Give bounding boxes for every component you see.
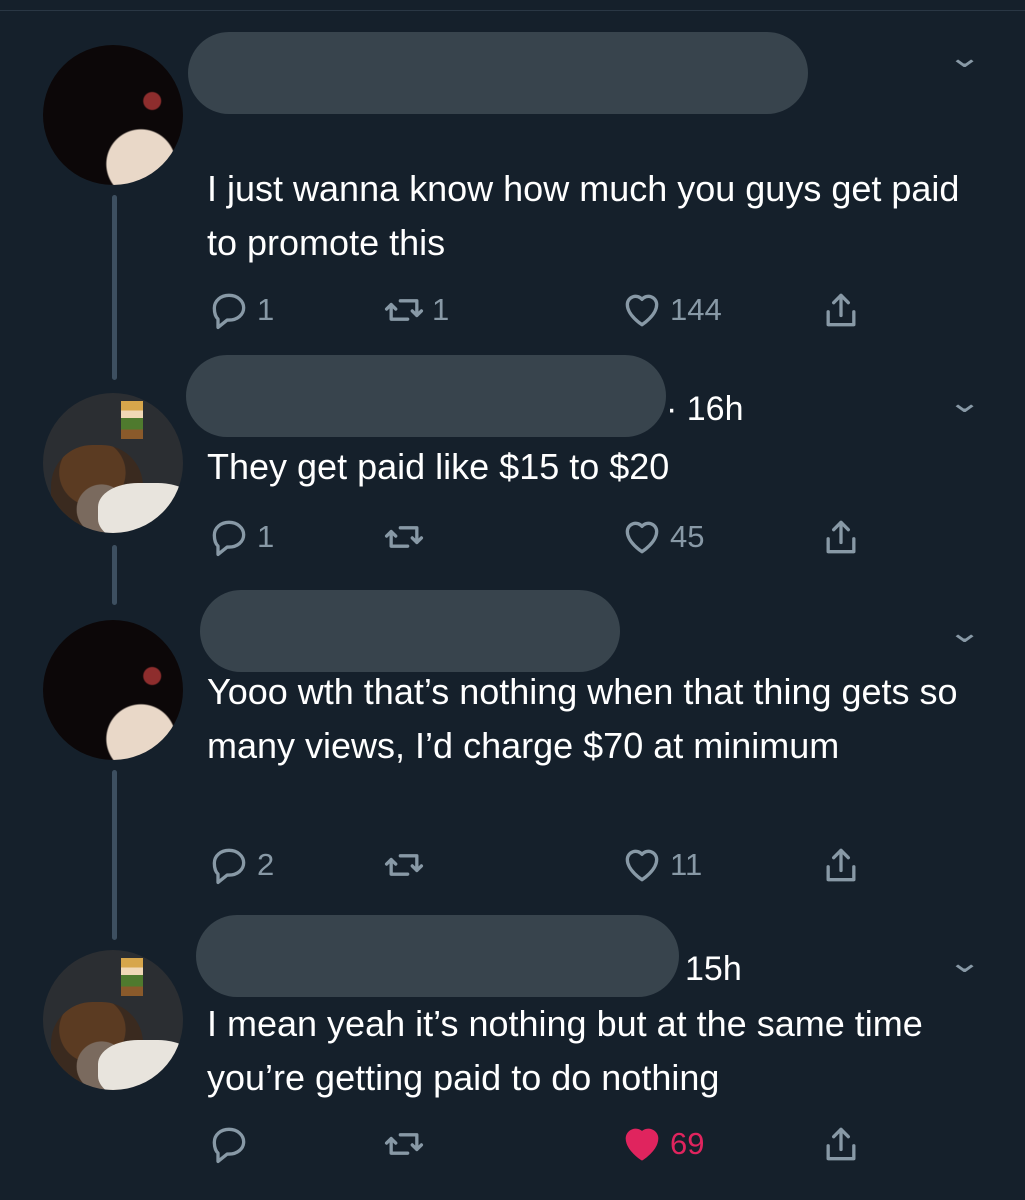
retweet-count: 1 [432, 292, 450, 327]
share-icon [826, 520, 856, 554]
tweet-text: They get paid like $15 to $20 [207, 446, 670, 487]
heart-icon [625, 849, 659, 882]
share-icon [826, 1127, 856, 1161]
reply-count: 2 [257, 847, 275, 882]
tweet-actions: 2 11 [207, 843, 887, 893]
thread-line [112, 195, 117, 380]
share-icon [826, 848, 856, 882]
chevron-down-icon[interactable]: ⌄ [947, 945, 982, 980]
heart-icon [625, 521, 659, 554]
like-count: 45 [670, 519, 705, 554]
avatar[interactable] [43, 393, 183, 533]
reply-icon [212, 520, 246, 557]
avatar-sprite [121, 958, 143, 996]
avatar-sprite [121, 401, 143, 439]
like-count: 11 [670, 847, 703, 882]
thread-line [112, 770, 117, 940]
avatar[interactable] [43, 45, 183, 185]
tweet-text: I just wanna know how much you guys get … [207, 168, 960, 263]
share-button[interactable] [819, 515, 863, 559]
avatar[interactable] [43, 620, 183, 760]
reply-button[interactable]: 2 [207, 843, 274, 887]
redacted-username [188, 32, 808, 114]
reply-button[interactable]: 1 [207, 515, 274, 559]
heart-icon [625, 1128, 659, 1161]
share-button[interactable] [819, 843, 863, 887]
reply-count: 1 [257, 519, 275, 554]
share-button[interactable] [819, 288, 863, 332]
tweet-actions: 1 1 144 [207, 288, 887, 338]
reply-icon [212, 848, 246, 885]
thread-line [112, 545, 117, 605]
retweet-button[interactable] [382, 515, 432, 559]
like-button[interactable]: 45 [620, 515, 704, 559]
retweet-icon [384, 1133, 424, 1155]
chevron-down-icon[interactable]: ⌄ [947, 40, 982, 75]
retweet-icon [384, 299, 424, 321]
tweet-timestamp[interactable]: 15h [685, 950, 742, 989]
top-divider [0, 10, 1025, 11]
tweet-text: I mean yeah it’s nothing but at the same… [207, 1003, 923, 1098]
like-button[interactable]: 144 [620, 288, 722, 332]
share-button[interactable] [819, 1122, 863, 1166]
reply-icon [212, 293, 246, 330]
chevron-down-icon[interactable]: ⌄ [947, 385, 982, 420]
redacted-username [196, 915, 679, 997]
like-count: 69 [670, 1126, 705, 1161]
tweet-text: Yooo wth that’s nothing when that thing … [207, 671, 958, 766]
retweet-icon [384, 854, 424, 876]
reply-button[interactable] [207, 1122, 257, 1166]
retweet-icon [384, 526, 424, 548]
like-count: 144 [670, 292, 722, 327]
tweet-timestamp[interactable]: · 16h [666, 390, 744, 429]
tweet-actions: 1 45 [207, 515, 887, 565]
chevron-down-icon[interactable]: ⌄ [947, 615, 982, 650]
avatar[interactable] [43, 950, 183, 1090]
reply-icon [212, 1127, 246, 1164]
redacted-username [200, 590, 620, 672]
like-button[interactable]: 69 [620, 1122, 704, 1166]
reply-count: 1 [257, 292, 275, 327]
avatar-pillow [98, 1040, 183, 1090]
avatar-pillow [98, 483, 183, 533]
heart-icon [625, 294, 659, 327]
retweet-button[interactable] [382, 843, 432, 887]
tweet-actions: 69 [207, 1122, 887, 1172]
retweet-button[interactable]: 1 [382, 288, 449, 332]
retweet-button[interactable] [382, 1122, 432, 1166]
share-icon [826, 293, 856, 327]
redacted-username [186, 355, 666, 437]
like-button[interactable]: 11 [620, 843, 702, 887]
reply-button[interactable]: 1 [207, 288, 274, 332]
